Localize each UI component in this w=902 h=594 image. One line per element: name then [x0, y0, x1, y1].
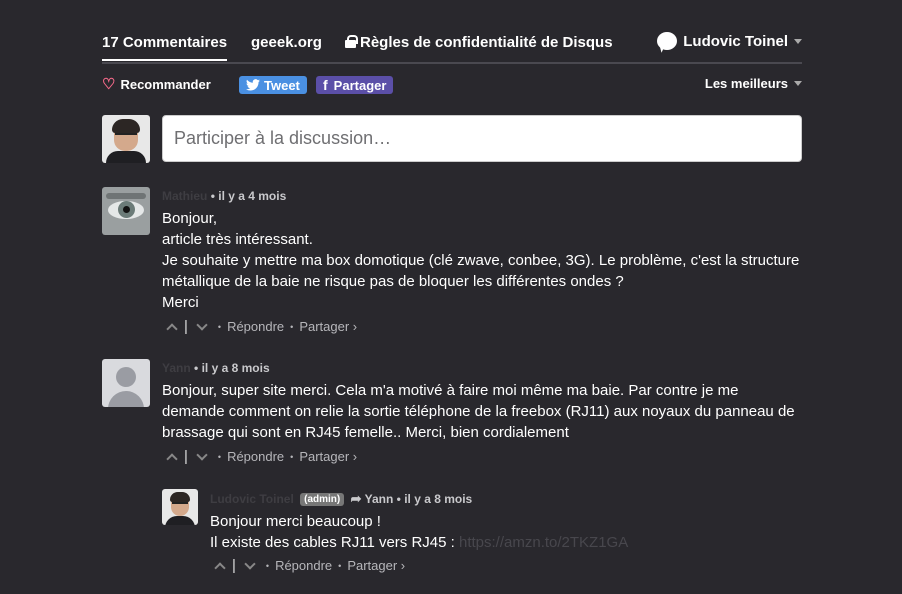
comment-body: Bonjour merci beaucoup ! Il existe des c…: [210, 513, 629, 551]
chevron-down-icon: [794, 81, 802, 86]
comment-meta: Mathieu • il y a 4 mois: [162, 189, 287, 203]
tab-community[interactable]: geeek.org: [251, 34, 322, 51]
facebook-icon: f: [323, 77, 328, 93]
avatar[interactable]: [102, 187, 150, 235]
downvote-icon[interactable]: [196, 319, 208, 331]
action-bar: ♡ Recommander Tweet f Partager Les meill…: [102, 74, 802, 96]
tab-privacy[interactable]: Règles de confidentialité de Disqus: [345, 34, 613, 51]
comment-footer: | • Répondre • Partager ›: [210, 557, 405, 574]
reply-arrow-icon: ➦: [350, 491, 362, 506]
user-name: Ludovic Toinel: [683, 32, 788, 50]
comment-meta: Yann • il y a 8 mois: [162, 361, 270, 375]
comment-link[interactable]: https://amzn.to/2TKZ1GA: [459, 534, 628, 551]
top-nav: 17 Commentaires geeek.org Règles de conf…: [102, 28, 802, 64]
chat-bubble-icon: [657, 32, 678, 50]
reply-to-user[interactable]: Yann: [365, 492, 394, 506]
privacy-label: Règles de confidentialité de Disqus: [360, 34, 613, 51]
chevron-down-icon: [794, 38, 802, 44]
facebook-share-button[interactable]: f Partager: [316, 76, 394, 94]
reply-link[interactable]: Répondre: [275, 558, 332, 573]
avatar[interactable]: [162, 489, 198, 525]
comment-body: Bonjour, article très intéressant. Je so…: [162, 210, 800, 311]
recommend-button[interactable]: ♡ Recommander: [102, 77, 211, 92]
reply-link[interactable]: Répondre: [227, 319, 284, 334]
avatar[interactable]: [102, 359, 150, 407]
comment-author[interactable]: Mathieu: [162, 189, 207, 203]
comment-footer: | • Répondre • Partager ›: [162, 448, 357, 465]
twitter-icon: [246, 79, 260, 91]
comment-author[interactable]: Yann: [162, 361, 191, 375]
share-link[interactable]: Partager ›: [299, 319, 357, 334]
comment-meta: Ludovic Toinel (admin) ➦ Yann • il y a 8…: [210, 491, 473, 506]
upvote-icon[interactable]: [166, 452, 178, 465]
heart-icon: ♡: [102, 76, 116, 93]
downvote-icon[interactable]: [196, 449, 208, 461]
sort-label: Les meilleurs: [704, 76, 788, 91]
comment-input[interactable]: Participer à la discussion…: [162, 115, 802, 162]
user-menu[interactable]: Ludovic Toinel: [657, 32, 802, 50]
share-link[interactable]: Partager ›: [299, 449, 357, 464]
recommend-label: Recommander: [120, 77, 211, 92]
comment-time[interactable]: il y a 8 mois: [202, 361, 270, 375]
upvote-icon[interactable]: [214, 561, 226, 574]
admin-badge: (admin): [300, 493, 345, 506]
comment-author[interactable]: Ludovic Toinel: [210, 492, 294, 506]
tweet-label: Tweet: [264, 77, 300, 93]
current-user-avatar[interactable]: [102, 115, 150, 163]
share-label: Partager: [333, 77, 387, 93]
downvote-icon[interactable]: [244, 558, 256, 570]
upvote-icon[interactable]: [166, 322, 178, 335]
comment-time[interactable]: il y a 4 mois: [218, 189, 286, 203]
tab-comments[interactable]: 17 Commentaires: [102, 34, 228, 61]
reply-link[interactable]: Répondre: [227, 449, 284, 464]
share-link[interactable]: Partager ›: [347, 558, 405, 573]
comment-footer: | • Répondre • Partager ›: [162, 318, 357, 335]
comment-time[interactable]: il y a 8 mois: [404, 492, 472, 506]
tweet-button[interactable]: Tweet: [239, 76, 307, 94]
lock-icon: [345, 35, 358, 48]
sort-dropdown[interactable]: Les meilleurs: [705, 76, 802, 91]
comment-body: Bonjour, super site merci. Cela m'a moti…: [162, 382, 795, 441]
